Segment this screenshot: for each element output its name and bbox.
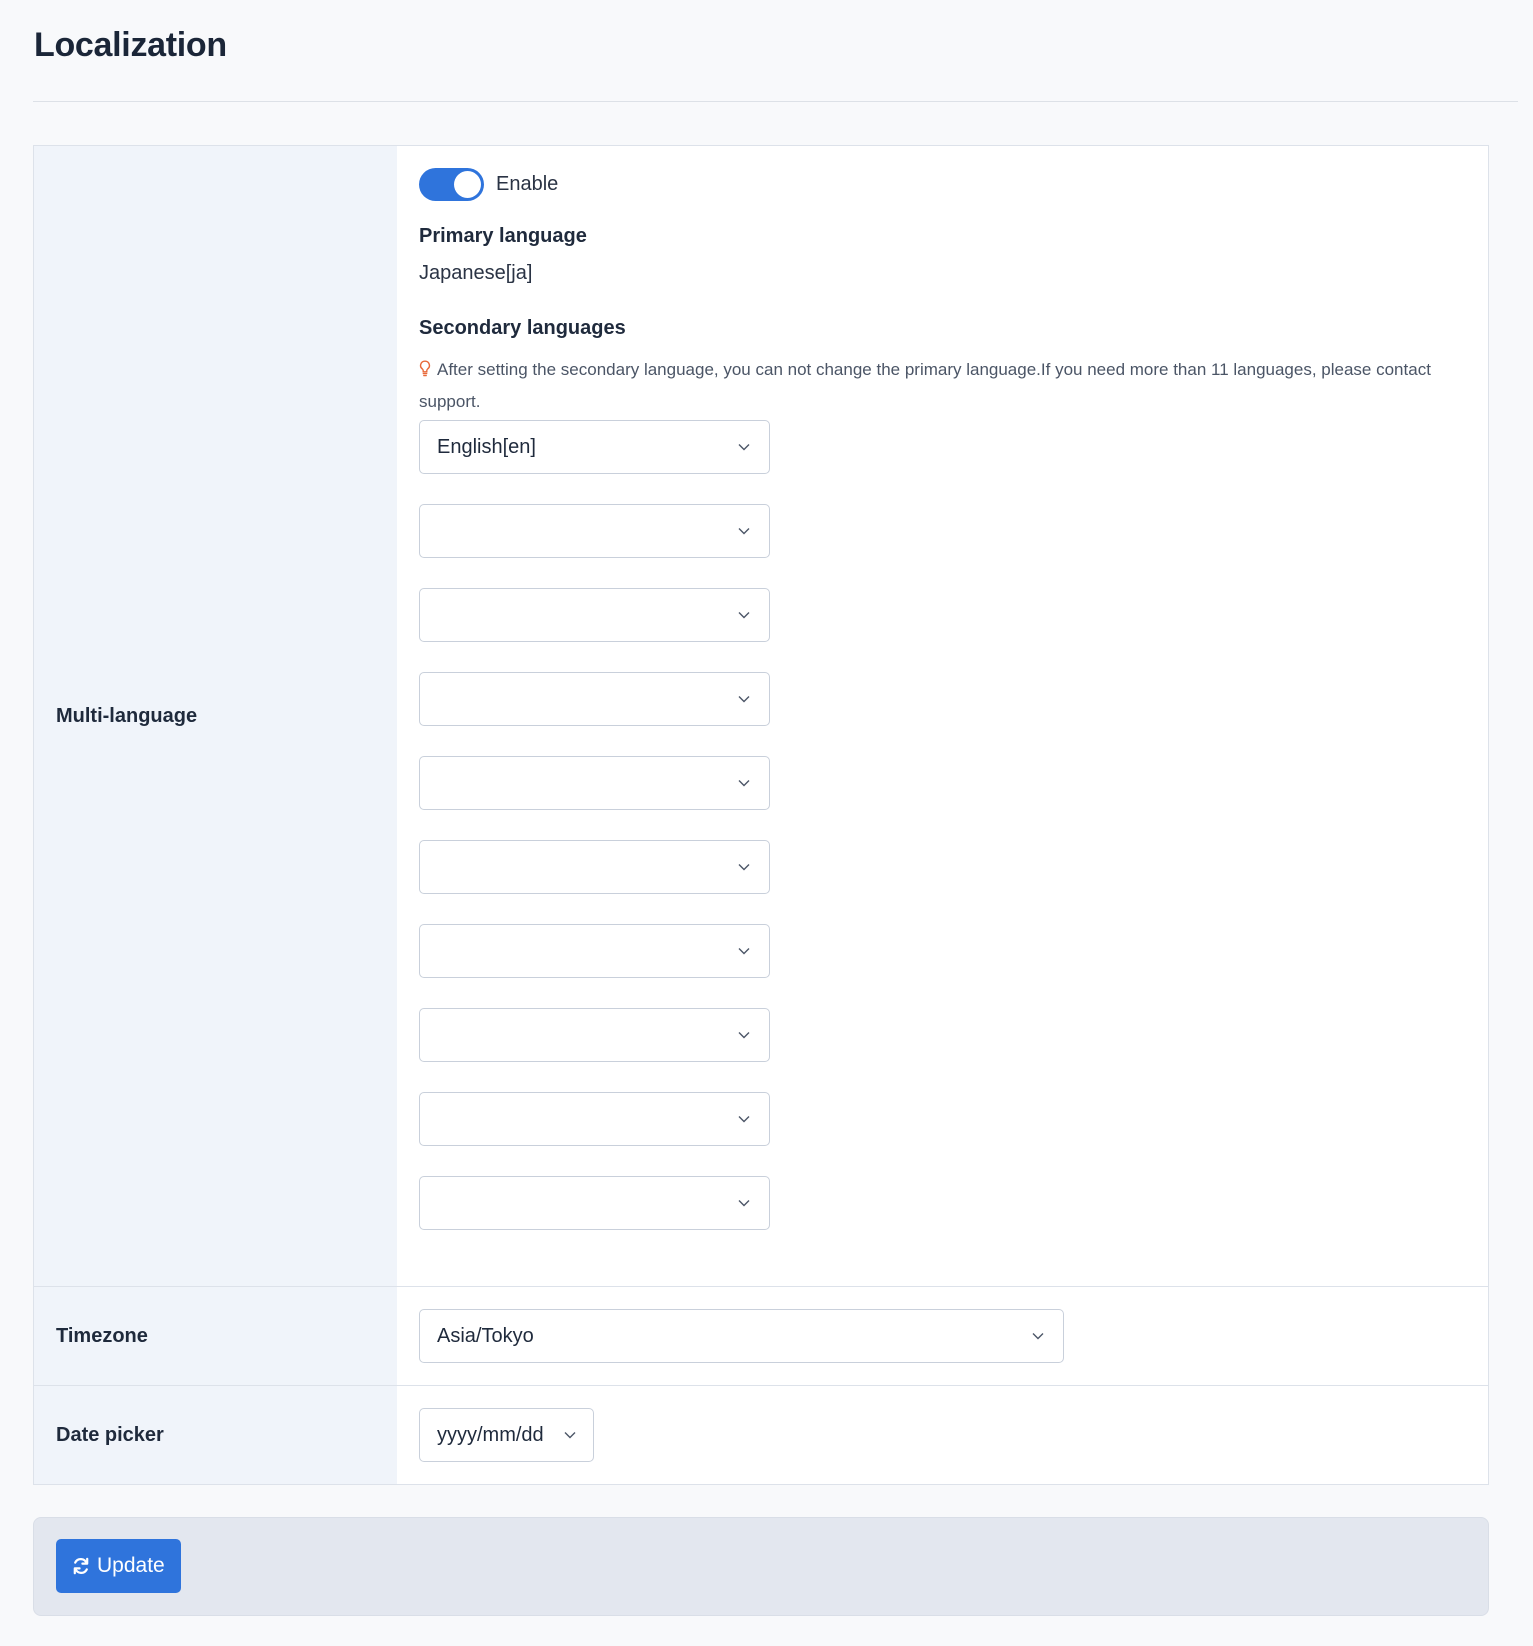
refresh-icon xyxy=(73,1557,89,1575)
secondary-language-select[interactable] xyxy=(419,756,770,810)
primary-language-value: Japanese[ja] xyxy=(419,262,533,284)
date-picker-content: yyyy/mm/dd xyxy=(397,1386,1488,1484)
chevron-down-icon xyxy=(738,864,750,871)
select-value: yyyy/mm/dd xyxy=(437,1423,544,1446)
secondary-languages-hint: After setting the secondary language, yo… xyxy=(419,354,1488,418)
secondary-language-select[interactable] xyxy=(419,672,770,726)
page-header: Localization xyxy=(33,0,1518,102)
enable-toggle-label: Enable xyxy=(496,173,559,195)
timezone-row: Timezone Asia/Tokyo xyxy=(34,1287,1488,1386)
footer-action-bar: Update xyxy=(33,1517,1489,1616)
lightbulb-icon xyxy=(419,360,431,377)
chevron-down-icon xyxy=(738,696,750,703)
update-button-label: Update xyxy=(97,1554,165,1577)
chevron-down-icon xyxy=(738,1200,750,1207)
select-value: English[en] xyxy=(437,435,536,458)
chevron-down-icon xyxy=(738,1116,750,1123)
chevron-down-icon xyxy=(738,948,750,955)
chevron-down-icon xyxy=(738,1032,750,1039)
chevron-down-icon xyxy=(738,780,750,787)
chevron-down-icon xyxy=(564,1432,576,1439)
settings-table: Multi-language Enable Primary language J… xyxy=(33,145,1489,1485)
chevron-down-icon xyxy=(1032,1333,1044,1340)
chevron-down-icon xyxy=(738,444,750,451)
secondary-language-select[interactable] xyxy=(419,924,770,978)
date-picker-row: Date picker yyyy/mm/dd xyxy=(34,1386,1488,1484)
date-format-select[interactable]: yyyy/mm/dd xyxy=(419,1408,594,1462)
secondary-language-selects: English[en] xyxy=(419,420,1488,1230)
primary-language-heading: Primary language xyxy=(419,225,587,247)
timezone-content: Asia/Tokyo xyxy=(397,1287,1488,1385)
update-button[interactable]: Update xyxy=(56,1539,181,1593)
secondary-language-select[interactable]: English[en] xyxy=(419,420,770,474)
secondary-language-select[interactable] xyxy=(419,504,770,558)
toggle-knob xyxy=(454,171,481,198)
secondary-language-select[interactable] xyxy=(419,840,770,894)
chevron-down-icon xyxy=(738,612,750,619)
enable-toggle-line: Enable xyxy=(419,168,1488,201)
hint-text: After setting the secondary language, yo… xyxy=(419,360,1431,411)
secondary-language-select[interactable] xyxy=(419,1092,770,1146)
timezone-label: Timezone xyxy=(34,1287,397,1385)
multi-language-content: Enable Primary language Japanese[ja] Sec… xyxy=(397,146,1488,1286)
chevron-down-icon xyxy=(738,528,750,535)
select-value: Asia/Tokyo xyxy=(437,1324,534,1347)
multi-language-row: Multi-language Enable Primary language J… xyxy=(34,146,1488,1287)
page-title: Localization xyxy=(34,26,227,64)
enable-toggle[interactable] xyxy=(419,168,484,201)
timezone-select[interactable]: Asia/Tokyo xyxy=(419,1309,1064,1363)
secondary-language-select[interactable] xyxy=(419,1008,770,1062)
multi-language-label: Multi-language xyxy=(34,146,397,1286)
secondary-language-select[interactable] xyxy=(419,1176,770,1230)
date-picker-label: Date picker xyxy=(34,1386,397,1484)
secondary-languages-heading: Secondary languages xyxy=(419,317,626,339)
secondary-language-select[interactable] xyxy=(419,588,770,642)
